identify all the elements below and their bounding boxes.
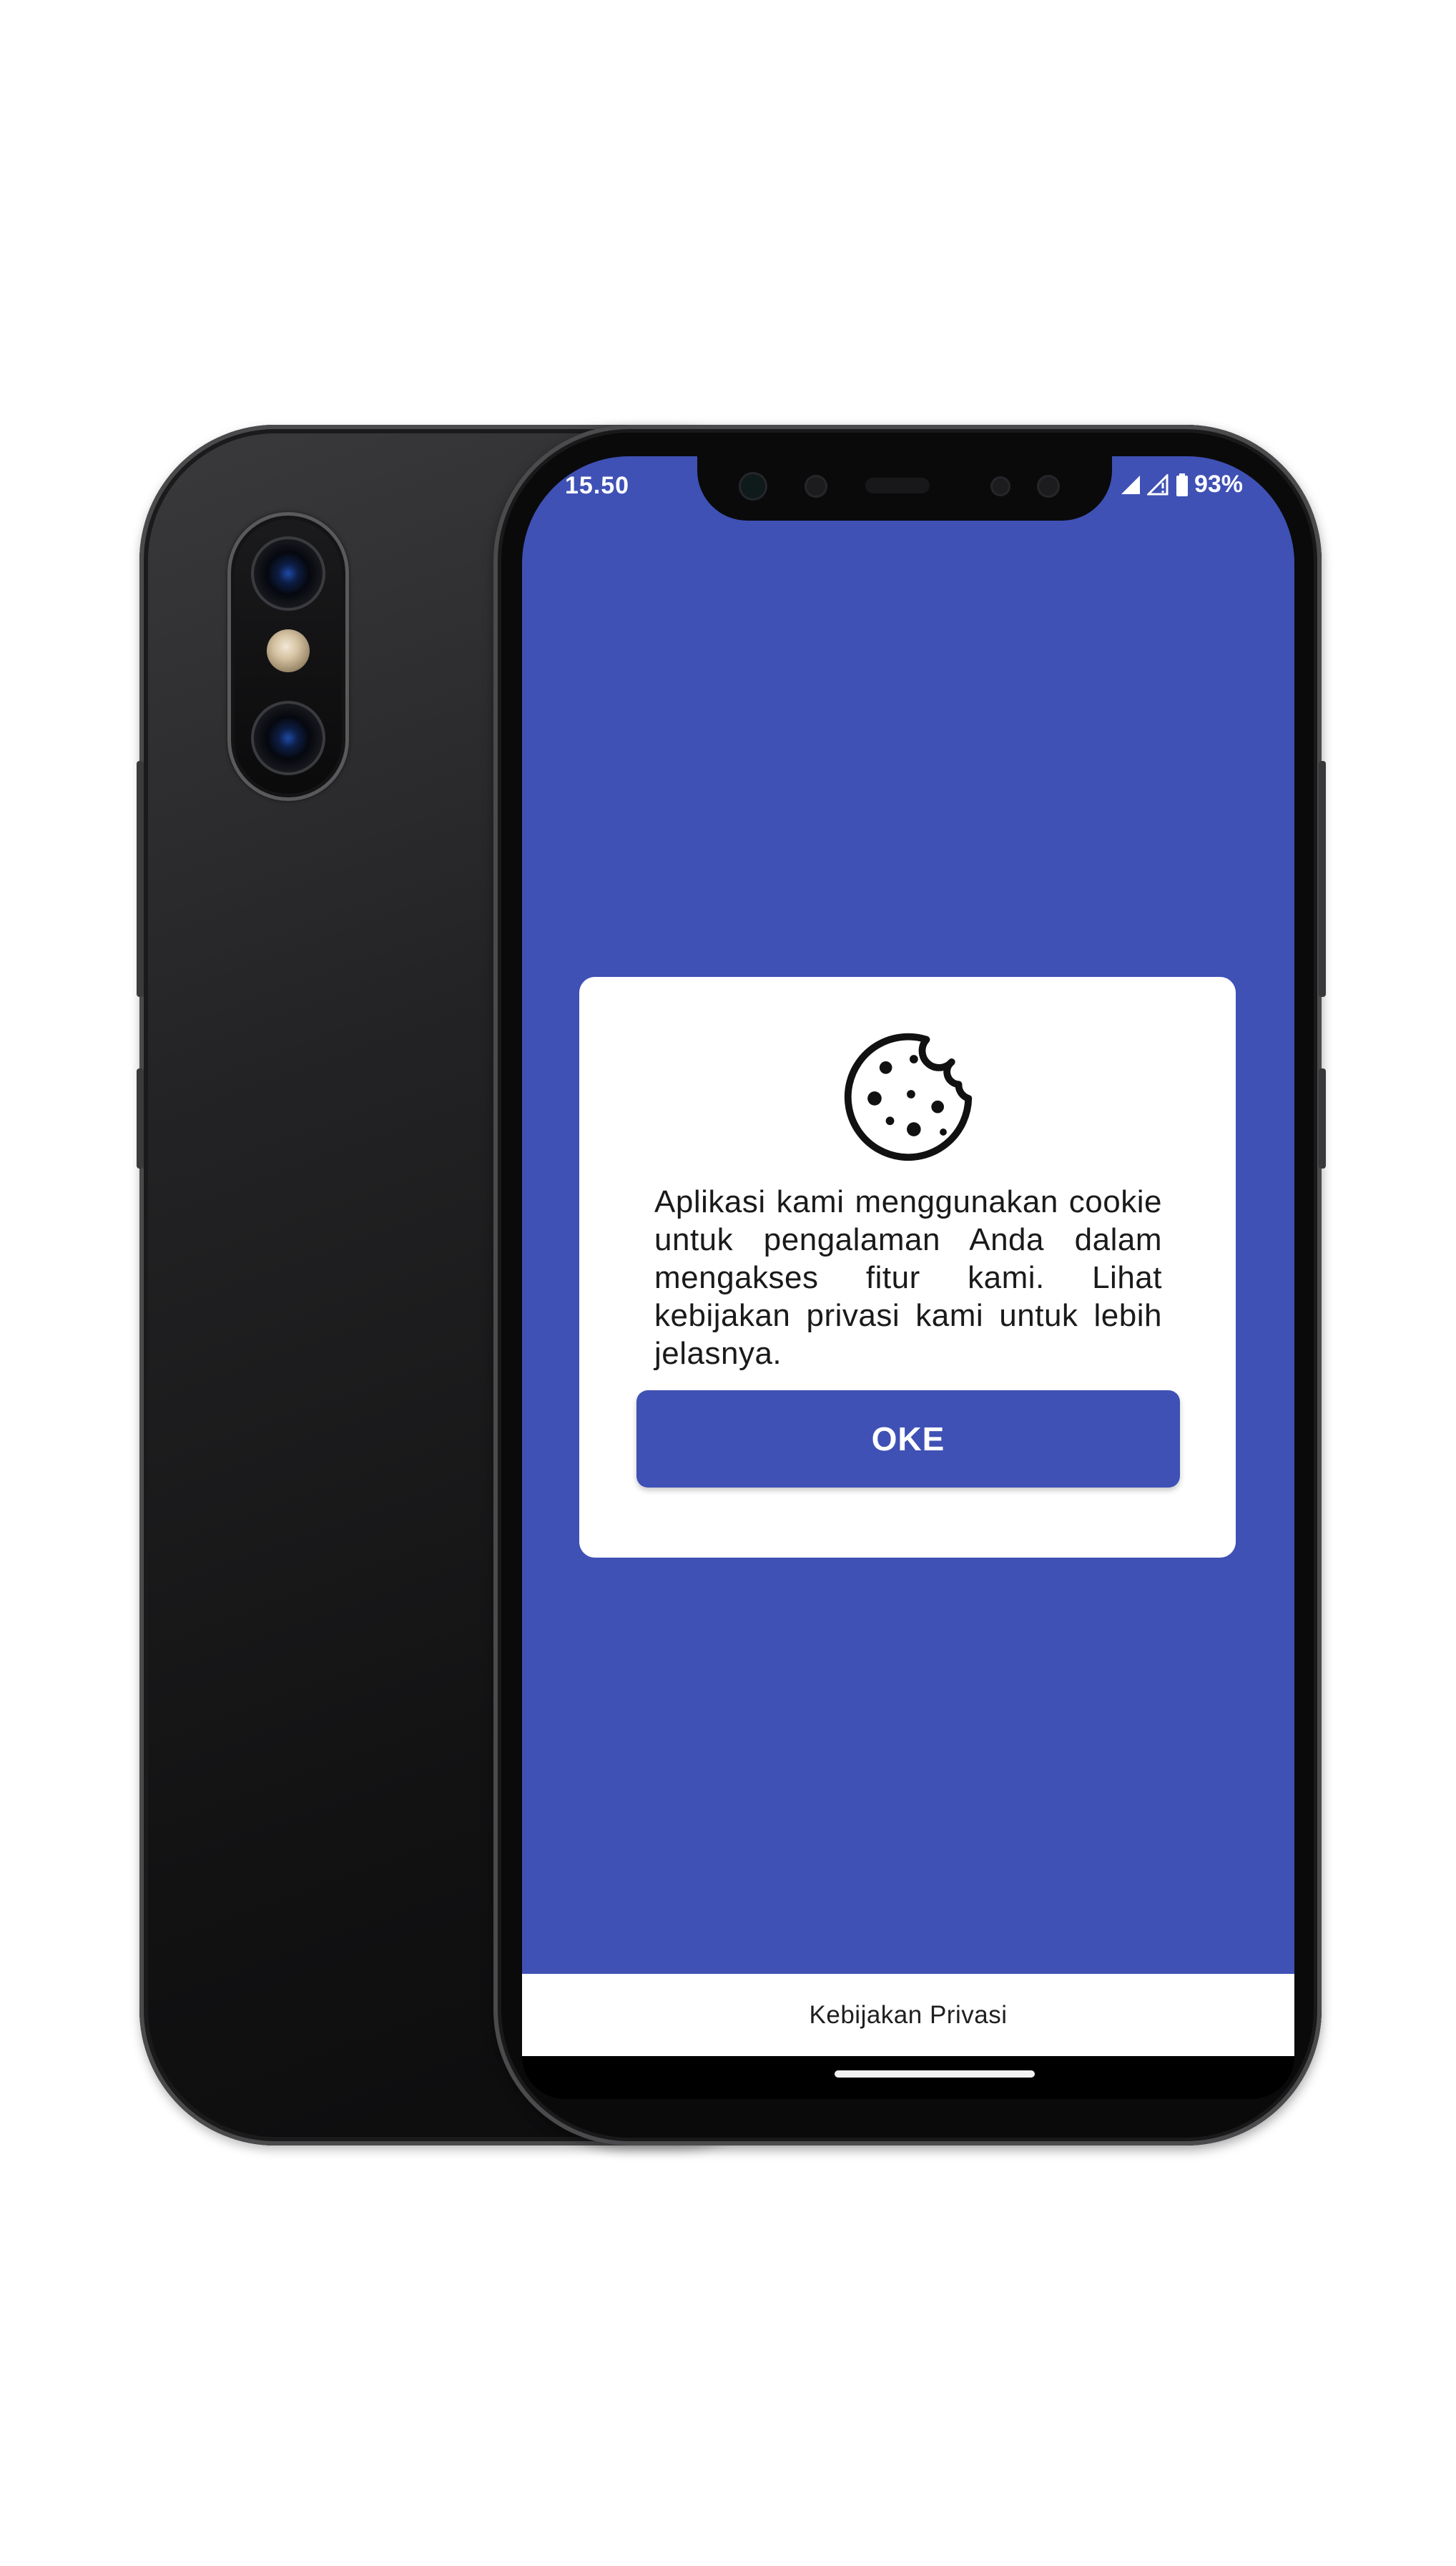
battery-icon [1176, 473, 1189, 496]
rear-camera-lens-top [251, 536, 325, 611]
cookie-icon [844, 1033, 973, 1161]
front-camera-icon [739, 472, 767, 501]
status-icons: 93% [1120, 471, 1243, 498]
back-side-button-lower [137, 1068, 144, 1169]
signal-icon [1120, 474, 1141, 496]
phone-front: 15.50 93% Aplikasi kami menggunakan cook… [493, 425, 1326, 2145]
notch-sensor-icon [805, 475, 827, 498]
back-side-button [137, 761, 144, 997]
notch-sensor-icon-2 [990, 476, 1010, 496]
device-mockup: 15.50 93% Aplikasi kami menggunakan cook… [0, 0, 1456, 2566]
gesture-nav-area [522, 2056, 1294, 2099]
signal-no-data-icon [1146, 473, 1170, 496]
power-button [1319, 1068, 1326, 1169]
volume-button [1319, 761, 1326, 997]
cookie-message: Aplikasi kami menggunakan cookie untuk p… [654, 1184, 1162, 1371]
camera-flash [267, 629, 310, 672]
app-screen: 15.50 93% Aplikasi kami menggunakan cook… [522, 456, 1294, 2056]
ok-button[interactable]: OKE [636, 1390, 1180, 1488]
earpiece-speaker [865, 478, 930, 493]
home-indicator[interactable] [835, 2070, 1035, 2078]
footer-bar: Kebijakan Privasi [522, 1974, 1294, 2056]
privacy-policy-link[interactable]: Kebijakan Privasi [810, 2001, 1008, 2030]
rear-camera-lens-bottom [251, 701, 325, 775]
notch-sensor-icon-3 [1037, 475, 1060, 498]
status-time: 15.50 [565, 472, 630, 499]
cookie-consent-dialog: Aplikasi kami menggunakan cookie untuk p… [579, 977, 1236, 1558]
rear-camera-module [227, 512, 349, 801]
battery-percent: 93% [1194, 471, 1243, 498]
display-notch [697, 456, 1112, 521]
